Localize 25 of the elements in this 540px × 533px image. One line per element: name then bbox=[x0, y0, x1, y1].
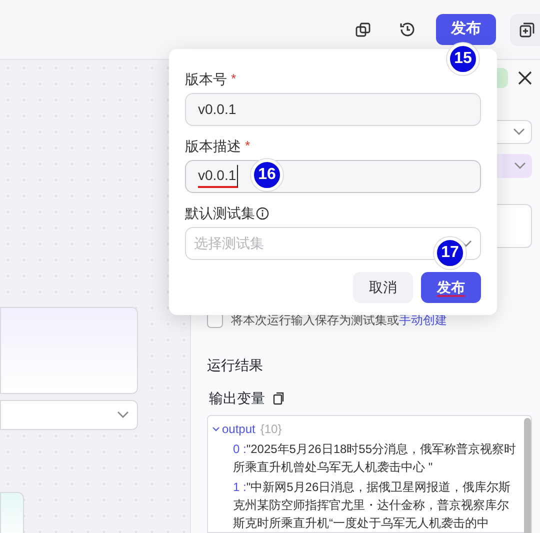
add-copy-icon[interactable] bbox=[510, 14, 540, 46]
output-item: 1 :"中新网5月26日消息，据俄卫星网报道，俄库尔斯克州某防空师指挥官尤里・达什金称，普京视察库尔斯克时所乘直升机“一度处于乌军无人机袭击的中 bbox=[233, 479, 512, 532]
close-icon[interactable] bbox=[518, 71, 532, 85]
field-label: 版本号 bbox=[185, 70, 227, 88]
chevron-down-icon bbox=[514, 162, 526, 170]
chevron-down-icon bbox=[513, 128, 525, 136]
publish-button[interactable]: 发布 bbox=[421, 272, 481, 303]
required-mark: * bbox=[245, 137, 250, 156]
output-item: 0 :"2025年5月26日18时55分消息，俄军称普京视察时所乘直升机曾处乌军无人机袭击中心 " bbox=[233, 441, 517, 476]
version-input[interactable]: v0.0.1 bbox=[185, 93, 481, 126]
field-label: 默认测试集 bbox=[185, 204, 255, 222]
node-card bbox=[0, 492, 24, 533]
node-select[interactable] bbox=[0, 400, 138, 430]
copy-icon[interactable] bbox=[273, 392, 285, 405]
cancel-button[interactable]: 取消 bbox=[353, 272, 413, 303]
result-title: 运行结果 bbox=[207, 356, 264, 375]
output-title: 输出变量 bbox=[209, 389, 265, 408]
info-icon bbox=[256, 206, 269, 220]
chevron-down-icon bbox=[117, 411, 129, 419]
field-label: 版本描述 bbox=[185, 136, 241, 156]
output-key: output bbox=[222, 420, 256, 438]
output-count: {10} bbox=[260, 421, 282, 438]
required-mark: * bbox=[231, 70, 236, 88]
chevron-down-icon[interactable] bbox=[212, 425, 220, 433]
publish-button[interactable]: 发布 bbox=[436, 14, 496, 45]
